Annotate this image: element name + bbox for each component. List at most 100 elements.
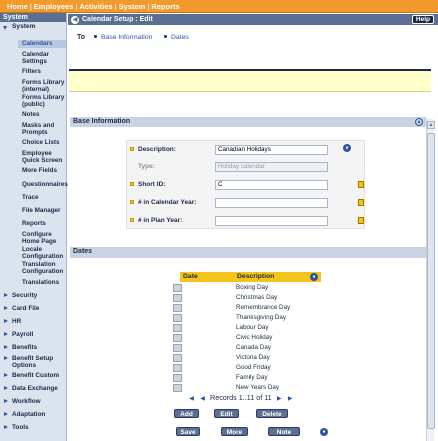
help-button[interactable]: Help [411, 15, 434, 24]
sidebar-item-forms-library-public[interactable]: Forms Library (public) [22, 94, 67, 108]
row-select-checkbox[interactable] [173, 334, 182, 342]
nav-section-benefits[interactable]: Benefits [0, 344, 66, 351]
row-description: Canada Day [236, 344, 272, 351]
nav-section-system[interactable]: System [0, 22, 66, 32]
nav-home[interactable]: Home [7, 2, 28, 11]
table-row[interactable]: Boxing Day [171, 283, 331, 293]
sidebar-item-file-manager[interactable]: File Manager [22, 207, 67, 214]
save-button[interactable]: Save [176, 427, 200, 436]
row-select-checkbox[interactable] [173, 364, 182, 372]
nav-system[interactable]: System [119, 2, 146, 11]
to-link-base-information[interactable]: Base Information [94, 34, 152, 41]
scroll-up-icon[interactable]: ▲ [427, 121, 435, 129]
nav-section-data-exchange[interactable]: Data Exchange [0, 385, 66, 392]
nav-section-hr[interactable]: HR [0, 318, 66, 325]
info-icon[interactable]: ● [320, 428, 328, 436]
column-header-description[interactable]: Description [237, 273, 274, 280]
calendar-year-field[interactable] [215, 198, 328, 208]
nav-reports[interactable]: Reports [151, 2, 179, 11]
row-select-checkbox[interactable] [173, 324, 182, 332]
table-row[interactable]: Civic Holiday [171, 333, 331, 343]
sidebar-item-reports[interactable]: Reports [22, 220, 67, 227]
collapsed-arrow-icon [4, 386, 8, 390]
delete-button[interactable]: Delete [256, 409, 288, 418]
sidebar-item-masks-and-prompts[interactable]: Masks and Prompts [22, 122, 67, 136]
top-nav-bar: Home | Employees | Activities | System | Reports [0, 0, 438, 13]
nav-section-label: HR [12, 318, 22, 325]
first-page-icon[interactable]: ◀ [188, 396, 195, 403]
plan-year-field[interactable] [215, 216, 328, 226]
scrollbar[interactable]: ▲ [426, 119, 435, 441]
nav-activities[interactable]: Activities [79, 2, 112, 11]
row-select-checkbox[interactable] [173, 294, 182, 302]
link-label: Dates [171, 34, 189, 41]
sidebar-item-choice-lists[interactable]: Choice Lists [22, 139, 67, 146]
nav-section-adaptation[interactable]: Adaptation [0, 411, 66, 418]
table-row[interactable]: Good Friday [171, 363, 331, 373]
table-row[interactable]: New Years Day [171, 383, 331, 393]
note-button[interactable]: Note [268, 427, 300, 436]
row-select-checkbox[interactable] [173, 344, 182, 352]
sidebar-item-translations[interactable]: Translations [22, 279, 67, 286]
note-icon[interactable] [358, 217, 364, 224]
sidebar-item-more-fields[interactable]: More Fields [22, 167, 67, 174]
short-id-field[interactable]: C [215, 180, 328, 190]
row-select-checkbox[interactable] [173, 314, 182, 322]
row-select-checkbox[interactable] [173, 384, 182, 392]
description-field[interactable]: Canadian Holidays [215, 145, 328, 155]
add-button[interactable]: Add [174, 409, 199, 418]
table-row[interactable]: Labour Day [171, 323, 331, 333]
page-title-bar: ◀ Calendar Setup : Edit Help [68, 14, 438, 25]
more-button[interactable]: More [221, 427, 248, 436]
row-select-checkbox[interactable] [173, 284, 182, 292]
sidebar-item-filters[interactable]: Filters [22, 68, 67, 75]
translate-globe-icon[interactable]: ● [343, 144, 351, 152]
nav-section-workflow[interactable]: Workflow [0, 398, 66, 405]
table-row[interactable]: Remembrance Day [171, 303, 331, 313]
sidebar-item-notes[interactable]: Notes [22, 111, 67, 118]
sidebar-item-forms-library-internal[interactable]: Forms Library (internal) [22, 79, 67, 93]
column-header-date[interactable]: Date [183, 273, 198, 280]
nav-separator: | [147, 2, 150, 11]
table-row[interactable]: Victoria Day [171, 353, 331, 363]
note-icon[interactable] [358, 199, 364, 206]
nav-section-tools[interactable]: Tools [0, 424, 66, 431]
table-row[interactable]: Christmas Day [171, 293, 331, 303]
sidebar-item-questionnaires[interactable]: Questionnaires [22, 181, 68, 188]
translate-globe-icon[interactable]: ● [310, 273, 318, 281]
nav-section-benefit-custom[interactable]: Benefit Custom [0, 372, 66, 379]
nav-section-card-file[interactable]: Card File [0, 305, 66, 312]
collapse-chevron-icon[interactable]: ▲ [415, 118, 423, 126]
plan-year-label: # in Plan Year: [138, 217, 183, 224]
nav-section-security[interactable]: Security [0, 292, 66, 299]
prev-page-icon[interactable]: ◀ [199, 396, 206, 403]
sidebar-item-configure-home-page[interactable]: Configure Home Page [22, 231, 67, 245]
edit-button[interactable]: Edit [214, 409, 239, 418]
row-description: Remembrance Day [236, 304, 291, 311]
sidebar-item-calendars[interactable]: Calendars [18, 40, 66, 48]
table-row[interactable]: Thanksgiving Day [171, 313, 331, 323]
sidebar-item-translation-configuration[interactable]: Translation Configuration [22, 261, 67, 275]
required-marker-icon [130, 182, 134, 186]
table-row[interactable]: Family Day [171, 373, 331, 383]
row-select-checkbox[interactable] [173, 304, 182, 312]
base-information-header: Base Information ▲ [70, 117, 426, 127]
next-page-icon[interactable]: ▶ [276, 396, 283, 403]
plan-year-row: # in Plan Year: [127, 213, 366, 230]
last-page-icon[interactable]: ▶ [287, 396, 294, 403]
to-link-dates[interactable]: Dates [164, 34, 189, 41]
sidebar-item-locale-configuration[interactable]: Locale Configuration [22, 246, 67, 260]
sidebar-item-employee-quick-screen[interactable]: Employee Quick Screen [22, 150, 67, 164]
sidebar-item-calendar-settings[interactable]: Calendar Settings [22, 51, 67, 65]
nav-employees[interactable]: Employees [34, 2, 74, 11]
row-select-checkbox[interactable] [173, 354, 182, 362]
table-row[interactable]: Canada Day [171, 343, 331, 353]
pager: ◀ ◀ Records 1..11 of 11 ▶ ▶ [186, 393, 296, 403]
row-select-checkbox[interactable] [173, 374, 182, 382]
back-arrow-icon[interactable]: ◀ [71, 15, 79, 24]
scroll-thumb[interactable] [427, 133, 435, 429]
nav-section-benefit-setup-options[interactable]: Benefit Setup Options [0, 355, 66, 369]
note-icon[interactable] [358, 181, 364, 188]
sidebar-item-trace[interactable]: Trace [22, 194, 67, 201]
nav-section-payroll[interactable]: Payroll [0, 331, 66, 338]
